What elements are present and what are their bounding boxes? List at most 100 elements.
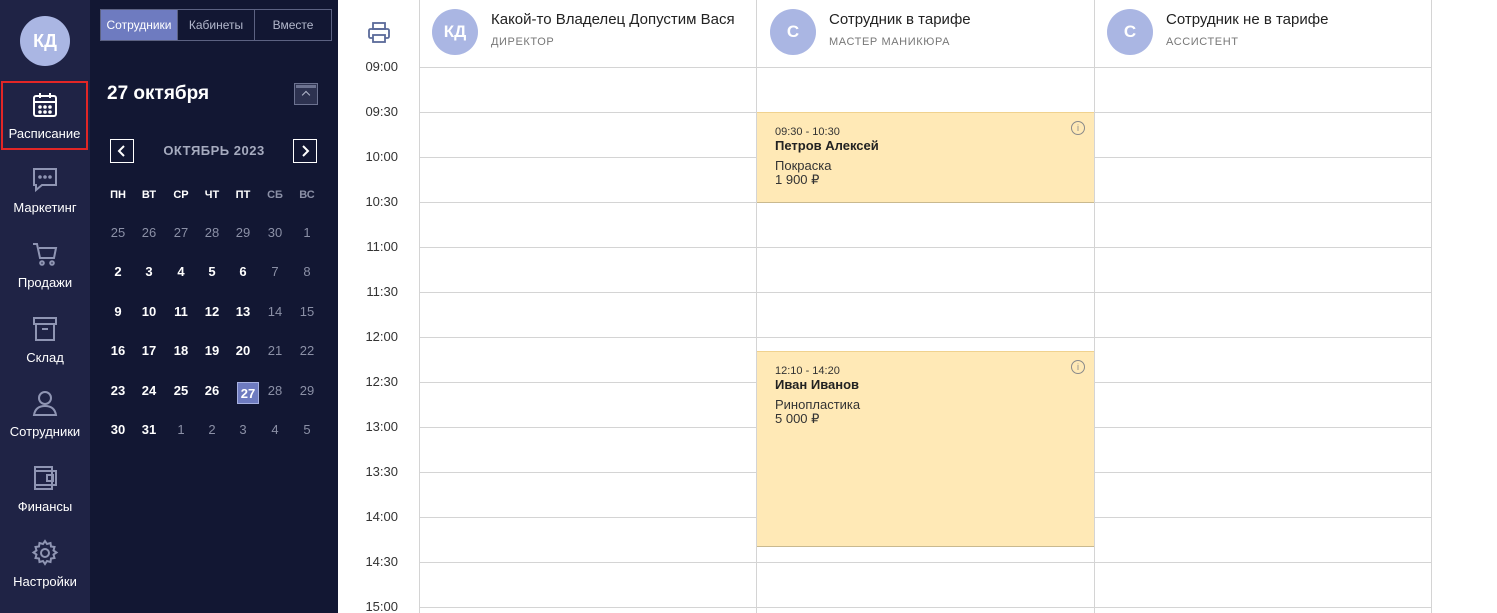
info-icon[interactable]: i	[1071, 360, 1085, 374]
calendar-day[interactable]: 16	[103, 340, 133, 362]
chevron-right-icon	[302, 145, 310, 157]
nav-item-warehouse[interactable]: Склад	[0, 306, 90, 374]
employee-header[interactable]: КД Какой-то Владелец Допустим Вася ДИРЕК…	[420, 8, 756, 60]
calendar-day[interactable]: 5	[197, 261, 227, 283]
weekday-label: ВС	[299, 189, 315, 201]
employee-avatar: КД	[432, 9, 478, 55]
person-icon	[32, 391, 58, 416]
calendar-day[interactable]: 30	[103, 419, 133, 441]
time-label: 13:30	[365, 464, 398, 479]
calendar-day[interactable]: 15	[292, 301, 322, 323]
time-label: 10:30	[365, 194, 398, 209]
employee-name: Сотрудник не в тарифе	[1166, 11, 1329, 28]
calendar-day[interactable]: 25	[103, 222, 133, 244]
calendar-day[interactable]: 8	[292, 261, 322, 283]
collapse-calendar-button[interactable]	[294, 83, 318, 105]
time-slot-line	[419, 337, 1431, 338]
calendar-day[interactable]: 19	[197, 340, 227, 362]
calendar-icon	[32, 93, 57, 117]
column-divider	[419, 0, 420, 613]
weekday-label: ЧТ	[204, 189, 220, 201]
tab-rooms[interactable]: Кабинеты	[178, 10, 255, 40]
calendar-day[interactable]: 22	[292, 340, 322, 362]
calendar-day[interactable]: 14	[260, 301, 290, 323]
calendar-day[interactable]: 3	[228, 419, 258, 441]
calendar-day[interactable]: 24	[134, 380, 164, 402]
time-label: 11:30	[366, 284, 398, 299]
calendar-day[interactable]: 2	[197, 419, 227, 441]
selected-date-title: 27 октября	[107, 83, 210, 104]
nav-item-sales[interactable]: Продажи	[0, 231, 90, 299]
appointment-card[interactable]: 12:10 - 14:20 Иван Иванов Ринопластика 5…	[757, 351, 1094, 547]
time-slot-line	[419, 607, 1431, 608]
calendar-day[interactable]: 28	[197, 222, 227, 244]
user-avatar[interactable]: КД	[20, 16, 70, 66]
calendar-day[interactable]: 20	[228, 340, 258, 362]
calendar-day[interactable]: 4	[260, 419, 290, 441]
calendar-day[interactable]: 18	[166, 340, 196, 362]
nav-label: Склад	[26, 350, 64, 365]
appointment-service: Ринопластика	[775, 397, 861, 412]
cart-icon	[33, 243, 58, 266]
time-slot-line	[419, 292, 1431, 293]
employee-header[interactable]: С Сотрудник не в тарифе АССИСТЕНТ	[1095, 8, 1431, 60]
weekday-label: СБ	[267, 189, 283, 201]
calendar-day[interactable]: 27	[166, 222, 196, 244]
calendar-day[interactable]: 29	[292, 380, 322, 402]
appointment-card[interactable]: 09:30 - 10:30 Петров Алексей Покраска 1 …	[757, 112, 1094, 203]
tab-staff[interactable]: Сотрудники	[101, 10, 178, 40]
calendar-day[interactable]: 23	[103, 380, 133, 402]
calendar-day[interactable]: 9	[103, 301, 133, 323]
nav-item-settings[interactable]: Настройки	[0, 530, 90, 598]
appointment-time: 12:10 - 14:20	[775, 365, 840, 377]
calendar-day[interactable]: 26	[197, 380, 227, 402]
gear-icon	[31, 539, 59, 566]
calendar-day[interactable]: 5	[292, 419, 322, 441]
calendar-day[interactable]: 3	[134, 261, 164, 283]
calendar-day[interactable]: 12	[197, 301, 227, 323]
calendar-day[interactable]: 11	[166, 301, 196, 323]
calendar-day[interactable]: 21	[260, 340, 290, 362]
employee-header[interactable]: С Сотрудник в тарифе МАСТЕР МАНИКЮРА	[758, 8, 1094, 60]
employee-avatar: С	[1107, 9, 1153, 55]
nav-label: Маркетинг	[13, 200, 77, 215]
nav-item-marketing[interactable]: Маркетинг	[0, 156, 90, 224]
calendar-day[interactable]: 25	[166, 380, 196, 402]
time-label: 11:00	[366, 239, 398, 254]
calendar-day[interactable]: 17	[134, 340, 164, 362]
time-label: 12:00	[365, 329, 398, 344]
tab-together[interactable]: Вместе	[255, 10, 331, 40]
calendar-day[interactable]: 28	[260, 380, 290, 402]
nav-label: Настройки	[13, 574, 77, 589]
calendar-day[interactable]: 7	[260, 261, 290, 283]
calendar-day[interactable]: 29	[228, 222, 258, 244]
appointment-time: 09:30 - 10:30	[775, 126, 840, 138]
wallet-icon	[34, 466, 57, 490]
main-nav: КД Расписание Маркетинг Продажи Склад Со…	[0, 0, 90, 613]
calendar-day[interactable]: 4	[166, 261, 196, 283]
next-month-button[interactable]	[293, 139, 317, 163]
nav-item-finance[interactable]: Финансы	[0, 455, 90, 523]
archive-icon	[33, 317, 57, 341]
appointment-price: 1 900 ₽	[775, 172, 820, 187]
calendar-day[interactable]: 2	[103, 261, 133, 283]
calendar-day[interactable]: 10	[134, 301, 164, 323]
calendar-day[interactable]: 6	[228, 261, 258, 283]
nav-label: Финансы	[17, 499, 73, 514]
calendar-day[interactable]: 1	[292, 222, 322, 244]
nav-item-staff[interactable]: Сотрудники	[0, 380, 90, 448]
calendar-day[interactable]: 26	[134, 222, 164, 244]
calendar-day[interactable]: 31	[134, 419, 164, 441]
calendar-day[interactable]: 30	[260, 222, 290, 244]
calendar-day[interactable]: 1	[166, 419, 196, 441]
employee-role: АССИСТЕНТ	[1166, 36, 1239, 48]
info-icon[interactable]: i	[1071, 121, 1085, 135]
employee-role: МАСТЕР МАНИКЮРА	[829, 36, 951, 48]
calendar-day[interactable]: 27	[237, 382, 259, 404]
nav-item-schedule[interactable]: Расписание	[1, 81, 88, 150]
chat-icon	[33, 168, 57, 193]
calendar-panel: Сотрудники Кабинеты Вместе 27 октября ОК…	[90, 0, 338, 613]
month-label: ОКТЯБРЬ 2023	[163, 143, 265, 158]
print-icon[interactable]	[366, 20, 392, 46]
calendar-day[interactable]: 13	[228, 301, 258, 323]
